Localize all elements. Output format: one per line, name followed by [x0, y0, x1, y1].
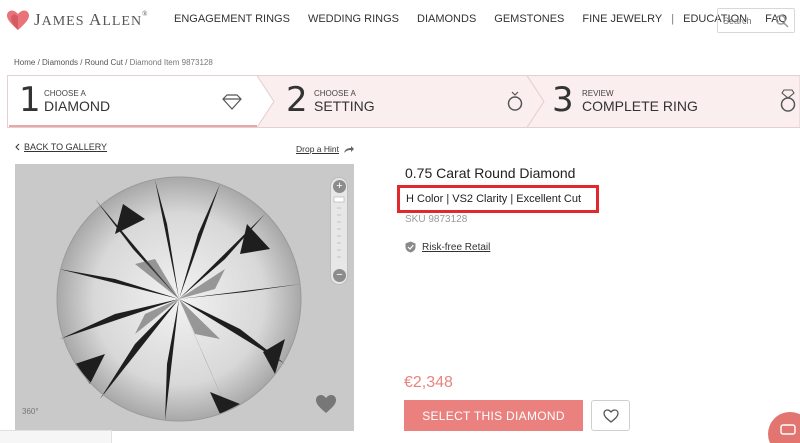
step-subtitle: CHOOSE A — [314, 89, 356, 98]
step-choose-diamond[interactable]: 1 CHOOSE A DIAMOND — [7, 75, 267, 128]
nav-divider: | — [671, 13, 675, 25]
specs-highlight-box: H Color | VS2 Clarity | Excellent Cut — [397, 185, 599, 213]
back-to-gallery-link[interactable]: BACK TO GALLERY — [15, 142, 107, 152]
view-360-badge[interactable]: 360° — [22, 407, 39, 416]
search-icon[interactable] — [775, 14, 789, 28]
site-header: JAMES ALLEN® ENGAGEMENT RINGS WEDDING RI… — [0, 0, 800, 42]
breadcrumb-home[interactable]: Home — [14, 58, 35, 67]
step-choose-setting[interactable]: 2 CHOOSE A SETTING — [274, 75, 534, 128]
logo-text: JAMES ALLEN® — [34, 10, 149, 29]
step-title: DIAMOND — [44, 98, 111, 114]
james-allen-logo[interactable]: JAMES ALLEN® — [6, 9, 148, 31]
diamond-360-viewer[interactable]: + − 360° — [15, 164, 354, 431]
step-subtitle: REVIEW — [582, 89, 614, 98]
add-to-wishlist-button[interactable] — [591, 400, 630, 431]
chat-button[interactable] — [768, 412, 800, 443]
ring-icon — [507, 91, 523, 111]
step-number: 3 — [552, 80, 574, 120]
step-number: 1 — [19, 80, 41, 120]
drop-a-hint-link[interactable]: Drop a Hint — [296, 144, 355, 154]
main-nav: ENGAGEMENT RINGS WEDDING RINGS DIAMONDS … — [174, 13, 787, 25]
nav-engagement-rings[interactable]: ENGAGEMENT RINGS — [174, 13, 290, 25]
nav-fine-jewelry[interactable]: FINE JEWELRY — [582, 13, 662, 25]
zoom-in-button[interactable]: + — [333, 180, 346, 193]
step-title: SETTING — [314, 98, 375, 114]
breadcrumb-round-cut[interactable]: Round Cut — [85, 58, 123, 67]
heart-logo-icon — [7, 10, 29, 30]
zoom-out-button[interactable]: − — [333, 269, 346, 282]
select-diamond-button[interactable]: SELECT THIS DIAMOND — [404, 400, 583, 431]
diamond-image — [56, 176, 302, 422]
search-input[interactable] — [723, 13, 773, 29]
build-ring-stepper: 1 CHOOSE A DIAMOND 2 CHOOSE A SETTING 3 … — [7, 75, 800, 128]
nav-wedding-rings[interactable]: WEDDING RINGS — [308, 13, 399, 25]
shield-check-icon — [405, 241, 416, 253]
bottom-rating-strip — [0, 430, 112, 443]
nav-diamonds[interactable]: DIAMONDS — [417, 13, 476, 25]
heart-watermark-icon — [316, 395, 336, 413]
zoom-slider[interactable]: + − — [330, 177, 348, 285]
breadcrumb-diamonds[interactable]: Diamonds — [42, 58, 78, 67]
breadcrumb: Home / Diamonds / Round Cut / Diamond It… — [14, 58, 213, 67]
chat-icon — [780, 424, 796, 435]
breadcrumb-current: Diamond Item 9873128 — [129, 58, 213, 67]
chevron-left-icon — [15, 143, 20, 151]
zoom-track — [333, 196, 345, 258]
risk-free-retail-link[interactable]: Risk-free Retail — [405, 241, 490, 253]
heart-outline-icon — [603, 409, 619, 423]
search-box — [717, 8, 795, 33]
step-title: COMPLETE RING — [582, 98, 698, 114]
step-subtitle: CHOOSE A — [44, 89, 86, 98]
product-price: €2,348 — [404, 374, 453, 391]
share-arrow-icon — [344, 145, 354, 153]
step-review-complete-ring[interactable]: 3 REVIEW COMPLETE RING — [544, 75, 800, 128]
ring-complete-icon — [780, 89, 796, 112]
diamond-icon — [222, 94, 242, 110]
nav-gemstones[interactable]: GEMSTONES — [494, 13, 564, 25]
product-sku: SKU 9873128 — [405, 214, 468, 225]
product-specs: H Color | VS2 Clarity | Excellent Cut — [406, 193, 582, 205]
step-number: 2 — [286, 80, 308, 120]
product-title: 0.75 Carat Round Diamond — [405, 165, 576, 181]
